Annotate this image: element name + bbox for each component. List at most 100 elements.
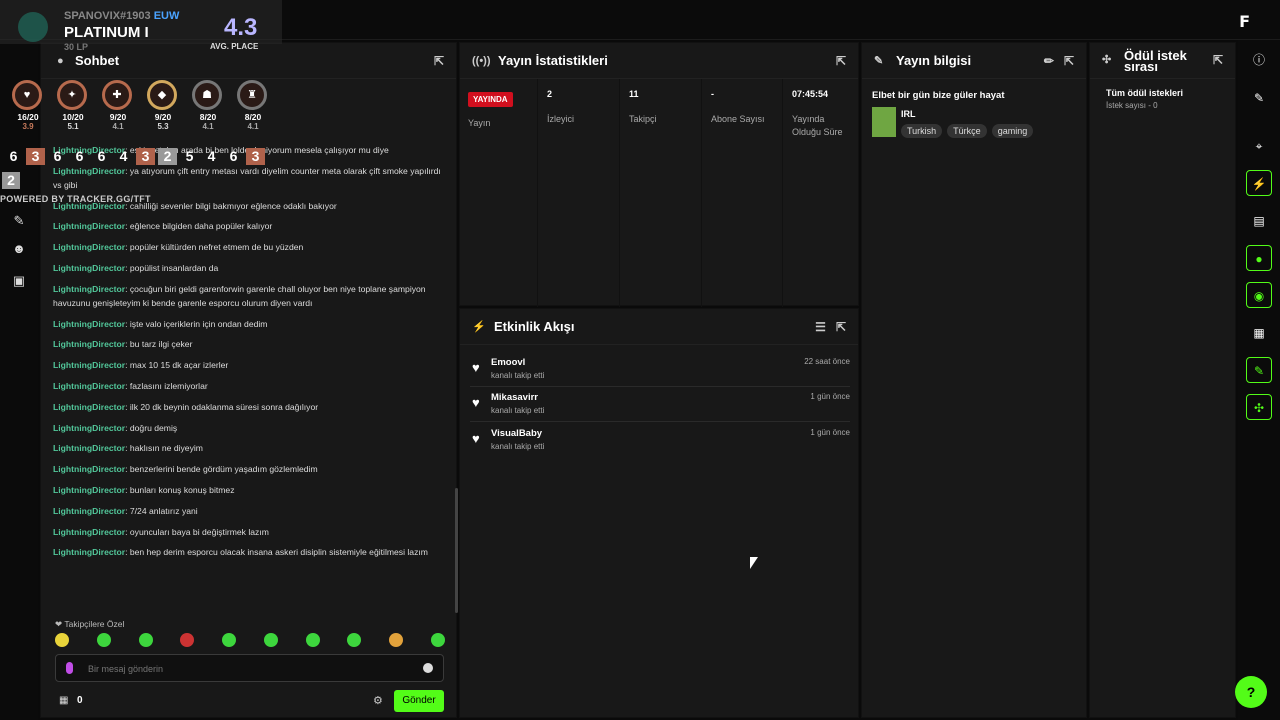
all-rewards-label[interactable]: Tüm ödül istekleri: [1106, 88, 1183, 98]
emote-icon[interactable]: [263, 633, 278, 647]
chat-username[interactable]: LightningDirector: [53, 402, 125, 412]
pencil-icon[interactable]: ✎: [1246, 85, 1272, 111]
live-badge: YAYINDA: [468, 92, 513, 107]
popout-icon[interactable]: ⇱: [434, 54, 444, 68]
placement-badge: 6: [9, 148, 18, 164]
chat-username[interactable]: LightningDirector: [53, 485, 125, 495]
emote-icon[interactable]: [389, 633, 404, 647]
gear-icon[interactable]: ⚙: [373, 694, 383, 707]
chat-username[interactable]: LightningDirector: [53, 284, 125, 294]
request-count: İstek sayısı - 0: [1106, 101, 1158, 110]
champion-stat: ☗ 8/20 4.1: [192, 80, 224, 131]
champion-stat: ✦ 10/20 5.1: [57, 80, 89, 131]
champion-stat: ♥ 16/20 3.9: [12, 80, 44, 131]
popout-icon[interactable]: ⇱: [1213, 54, 1223, 66]
wrench-icon[interactable]: ✎: [1246, 357, 1272, 383]
chat-message: LightningDirector: işte valo içeriklerin…: [53, 318, 268, 329]
chat-message: LightningDirector: max 10 15 dk açar izl…: [53, 360, 229, 371]
stream-stats-panel: ((•)) Yayın İstatistikleri ⇱ YAYINDA Yay…: [459, 42, 859, 307]
chat-message: LightningDirector: ben hep derim esporcu…: [53, 547, 428, 558]
popout-icon[interactable]: ⇱: [836, 54, 846, 68]
layout-icon[interactable]: ▦: [1246, 320, 1272, 346]
chat-username[interactable]: LightningDirector: [53, 319, 125, 329]
activity-item[interactable]: ♥ Emoovl kanalı takip etti 22 saat önce: [470, 351, 850, 387]
crosshair-icon[interactable]: ⌖: [1246, 133, 1272, 159]
rank-emblem-icon: [18, 12, 48, 42]
microphone-icon[interactable]: [66, 662, 73, 674]
chat-username[interactable]: LightningDirector: [53, 423, 125, 433]
chat-username[interactable]: LightningDirector: [53, 547, 125, 557]
emote-icon[interactable]: [180, 633, 195, 647]
chat-text: ben hep derim esporcu olacak insana aske…: [129, 547, 428, 558]
channel-points: 0: [77, 695, 83, 706]
activity-header: ⚡ Etkinlik Akışı ☰ ⇱: [460, 309, 858, 345]
chat-username[interactable]: LightningDirector: [53, 527, 125, 537]
chat-text: 7/24 anlatırız yani: [129, 505, 198, 516]
emote-icon[interactable]: [305, 633, 320, 647]
chat-username[interactable]: LightningDirector: [53, 339, 125, 349]
dashboard-icon[interactable]: ▣: [10, 272, 28, 290]
reward-icon[interactable]: ✣: [1246, 394, 1272, 420]
placement-badge: 5: [185, 148, 194, 164]
chat-username[interactable]: LightningDirector: [53, 263, 125, 273]
heart-icon: ♥: [472, 431, 480, 446]
lightning-icon[interactable]: ⚡: [1246, 170, 1272, 196]
tag[interactable]: gaming: [991, 124, 1034, 138]
chat-username[interactable]: LightningDirector: [53, 221, 125, 231]
chat-username[interactable]: LightningDirector: [53, 381, 125, 391]
popout-icon[interactable]: ⇱: [836, 320, 846, 334]
avg-place-label: AVG. PLACE: [210, 42, 259, 51]
rewards-header: ✣ Ödül istek sırası ⇱: [1090, 43, 1235, 79]
popout-icon[interactable]: ⇱: [1064, 54, 1074, 68]
chat-message: LightningDirector: bunları konuş konuş b…: [53, 484, 235, 495]
chat-message: LightningDirector: fazlasını izlemiyorla…: [53, 380, 208, 391]
chat-scrollbar[interactable]: [455, 488, 458, 613]
chat-username[interactable]: LightningDirector: [53, 360, 125, 370]
edit-icon[interactable]: ✏: [1044, 54, 1054, 68]
chat-message: LightningDirector: popülist insanlardan …: [53, 262, 219, 273]
wrench-icon[interactable]: ✎: [10, 212, 28, 230]
chat-username[interactable]: LightningDirector: [53, 443, 125, 453]
emote-icon[interactable]: [55, 633, 69, 647]
chat-username[interactable]: LightningDirector: [53, 242, 125, 252]
filter-icon[interactable]: ☰: [815, 320, 826, 334]
champion-stat: ♜ 8/20 4.1: [237, 80, 269, 131]
chat-username[interactable]: LightningDirector: [53, 506, 125, 516]
chat-username[interactable]: LightningDirector: [53, 464, 125, 474]
help-button[interactable]: ?: [1235, 676, 1267, 708]
kick-logo[interactable]: F: [1239, 12, 1250, 31]
chat-input[interactable]: [88, 660, 408, 678]
emote-icon[interactable]: [347, 633, 362, 647]
send-button[interactable]: Gönder: [394, 690, 444, 712]
tag[interactable]: Türkçe: [947, 124, 987, 138]
stat-live: YAYINDA Yayın: [460, 79, 538, 307]
champion-icon: ◆: [147, 80, 177, 110]
recent-placements: 636664325463: [4, 148, 265, 165]
chat-text: popüler kültürden nefret etmem de bu yüz…: [129, 242, 304, 253]
chat-message: LightningDirector: bu tarz ilgi çeker: [53, 339, 193, 350]
emoji-icon[interactable]: [423, 663, 433, 673]
emote-icon[interactable]: [96, 633, 111, 647]
document-icon[interactable]: ▤: [1246, 208, 1272, 234]
chat-input-box: [55, 654, 444, 682]
champion-icon: ✚: [102, 80, 132, 110]
right-toolbar: ⓘ ✎ ⌖ ⚡ ▤ ● ◉ ▦ ✎ ✣: [1238, 40, 1280, 720]
emote-icon[interactable]: [138, 633, 153, 647]
chat-text: oyuncuları baya bi değiştirmek lazım: [129, 526, 269, 537]
chat-icon[interactable]: ●: [1246, 245, 1272, 271]
emote-icon[interactable]: [222, 633, 237, 647]
store-icon[interactable]: ▦: [59, 695, 68, 706]
chat-text: doğru demiş: [129, 422, 178, 433]
tft-stats-overlay: SPANOVIX#1903 EUW PLATINUM I 30 LP 4.3 A…: [0, 0, 282, 204]
rewards-title: Ödül istek sırası: [1124, 47, 1187, 74]
activity-item[interactable]: ♥ Mikasavirr kanalı takip etti 1 gün önc…: [470, 386, 850, 422]
users-icon[interactable]: ☻: [10, 240, 28, 258]
info-icon[interactable]: ⓘ: [1246, 47, 1272, 73]
tag[interactable]: Turkish: [901, 124, 943, 138]
broadcast-icon[interactable]: ◉: [1246, 282, 1272, 308]
wrench-icon: ✎: [874, 55, 884, 67]
stream-info-panel: ✎ Yayın bilgisi ✏ ⇱ Elbet bir gün bize g…: [861, 42, 1087, 718]
chat-text: bunları konuş konuş bitmez: [129, 484, 235, 495]
emote-icon[interactable]: [430, 633, 445, 647]
activity-item[interactable]: ♥ VisualBaby kanalı takip etti 1 gün önc…: [470, 422, 850, 458]
